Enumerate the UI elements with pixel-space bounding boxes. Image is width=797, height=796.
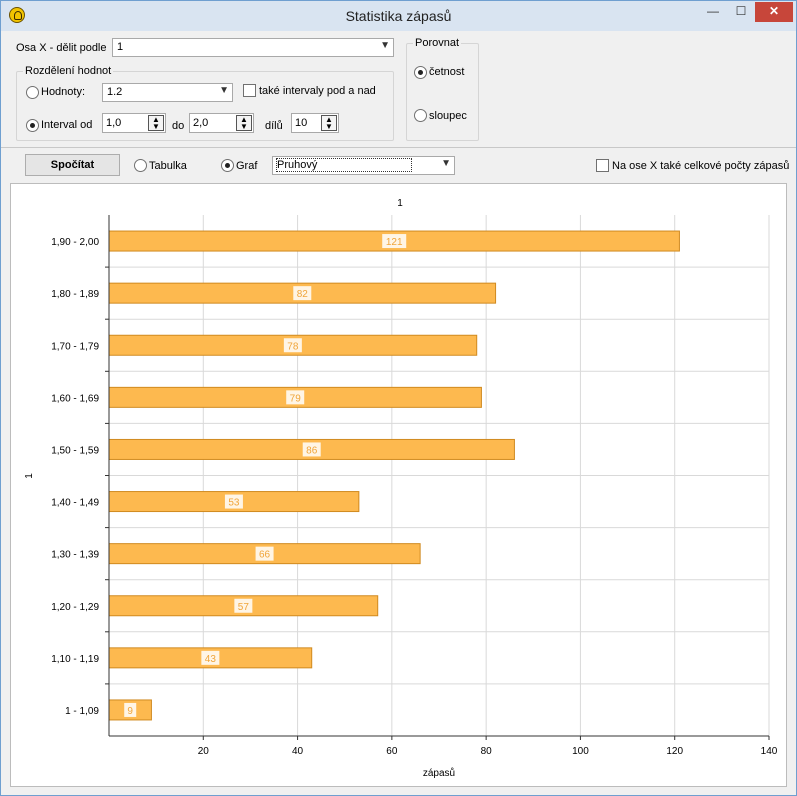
compare-group: Porovnat xyxy=(406,37,479,141)
x-tick-label: 40 xyxy=(292,746,304,757)
values-combo-value: 1.2 xyxy=(107,86,123,98)
settings-panel: Osa X - dělit podle 1 ▼ Rozdělení hodnot… xyxy=(1,31,796,147)
compute-button[interactable]: Spočítat xyxy=(25,154,120,176)
x-tick-label: 20 xyxy=(198,746,210,757)
y-tick-label: 1,70 - 1,79 xyxy=(51,341,99,352)
totals-checkbox-label: Na ose X také celkové počty zápasů xyxy=(612,160,790,172)
y-tick-label: 1,90 - 2,00 xyxy=(51,237,99,248)
compare-caption: Porovnat xyxy=(413,37,462,49)
data-label: 53 xyxy=(228,498,240,509)
x-tick-label: 140 xyxy=(761,746,778,757)
frequency-radio[interactable] xyxy=(414,66,427,79)
y-tick-label: 1 - 1,09 xyxy=(65,706,99,717)
data-label: 86 xyxy=(306,445,318,456)
axis-x-label: Osa X - dělit podle xyxy=(16,42,107,54)
graph-type-value: Pruhový xyxy=(275,158,413,172)
totals-checkbox[interactable] xyxy=(596,159,609,172)
maximize-button[interactable]: ☐ xyxy=(727,2,755,22)
title-bar[interactable]: Statistika zápasů — ☐ ✕ xyxy=(1,1,796,31)
chevron-down-icon: ▼ xyxy=(219,85,229,96)
graph-radio[interactable] xyxy=(221,159,234,172)
table-radio[interactable] xyxy=(134,159,147,172)
intervals-checkbox[interactable] xyxy=(243,84,256,97)
data-label: 78 xyxy=(287,341,299,352)
axis-x-value: 1 xyxy=(117,41,124,53)
values-radio[interactable] xyxy=(26,86,39,99)
chevron-down-icon: ▼ xyxy=(441,158,451,169)
data-label: 9 xyxy=(127,706,133,717)
y-tick-label: 1,30 - 1,39 xyxy=(51,550,99,561)
interval-to-value: 2,0 xyxy=(193,117,209,129)
spin-arrows-icon[interactable]: ▲ ▼ xyxy=(236,115,252,131)
spin-arrows-icon[interactable]: ▲ ▼ xyxy=(321,115,337,131)
statistics-window: Statistika zápasů — ☐ ✕ Osa X - dělit po… xyxy=(0,0,797,796)
data-label: 66 xyxy=(259,550,271,561)
interval-from-value: 1,0 xyxy=(106,117,122,129)
interval-radio[interactable] xyxy=(26,119,39,132)
table-radio-label: Tabulka xyxy=(149,160,187,172)
parts-spinner[interactable]: 10 ▲ ▼ xyxy=(291,113,339,133)
values-combo[interactable]: 1.2 ▼ xyxy=(102,83,233,102)
values-radio-label: Hodnoty: xyxy=(41,86,86,98)
bar-chart: 1 zápasů 1 121 82 78 79 86 53 66 57 43 9 20 40 60 80… xyxy=(24,198,778,779)
x-tick-label: 80 xyxy=(481,746,493,757)
y-tick-label: 1,40 - 1,49 xyxy=(51,498,99,509)
y-tick-label: 1,50 - 1,59 xyxy=(51,445,99,456)
data-label: 43 xyxy=(205,654,217,665)
x-tick-label: 120 xyxy=(666,746,683,757)
interval-from-spinner[interactable]: 1,0 ▲ ▼ xyxy=(102,113,166,133)
axis-x-combo[interactable]: 1 ▼ xyxy=(112,38,394,57)
data-label: 57 xyxy=(238,602,250,613)
y-tick-label: 1,20 - 1,29 xyxy=(51,602,99,613)
x-tick-label: 60 xyxy=(386,746,398,757)
to-label: do xyxy=(172,120,185,132)
interval-radio-label: Interval od xyxy=(41,119,93,131)
y-tick-label: 1,60 - 1,69 xyxy=(51,393,99,404)
minimize-button[interactable]: — xyxy=(699,2,727,22)
column-radio[interactable] xyxy=(414,109,427,122)
interval-to-spinner[interactable]: 2,0 ▲ ▼ xyxy=(189,113,254,133)
x-axis-label: zápasů xyxy=(423,767,455,779)
graph-type-combo[interactable]: Pruhový ▼ xyxy=(272,156,455,175)
data-label: 79 xyxy=(290,393,302,404)
chart-area: 1 zápasů 1 121 82 78 79 86 53 66 57 43 9 20 40 60 80… xyxy=(10,183,787,787)
parts-value: 10 xyxy=(295,117,308,129)
chevron-down-icon: ▼ xyxy=(380,40,390,51)
x-tick-label: 100 xyxy=(572,746,589,757)
y-tick-label: 1,10 - 1,19 xyxy=(51,654,99,665)
spin-arrows-icon[interactable]: ▲ ▼ xyxy=(148,115,164,131)
chart-title: 1 xyxy=(397,198,403,209)
y-tick-label: 1,80 - 1,89 xyxy=(51,289,99,300)
column-radio-label: sloupec xyxy=(429,110,467,122)
distribution-caption: Rozdělení hodnot xyxy=(23,65,114,77)
frequency-radio-label: četnost xyxy=(429,66,465,78)
window-title: Statistika zápasů xyxy=(345,8,452,24)
toolbar: Spočítat Tabulka Graf Pruhový ▼ Na ose X… xyxy=(1,148,796,181)
y-axis-label: 1 xyxy=(24,473,35,479)
parts-label: dílů xyxy=(265,120,283,132)
graph-radio-label: Graf xyxy=(236,160,258,172)
data-label: 82 xyxy=(297,289,309,300)
close-button[interactable]: ✕ xyxy=(755,2,793,22)
data-label: 121 xyxy=(386,237,403,248)
intervals-checkbox-label: také intervaly pod a nad xyxy=(259,85,376,97)
